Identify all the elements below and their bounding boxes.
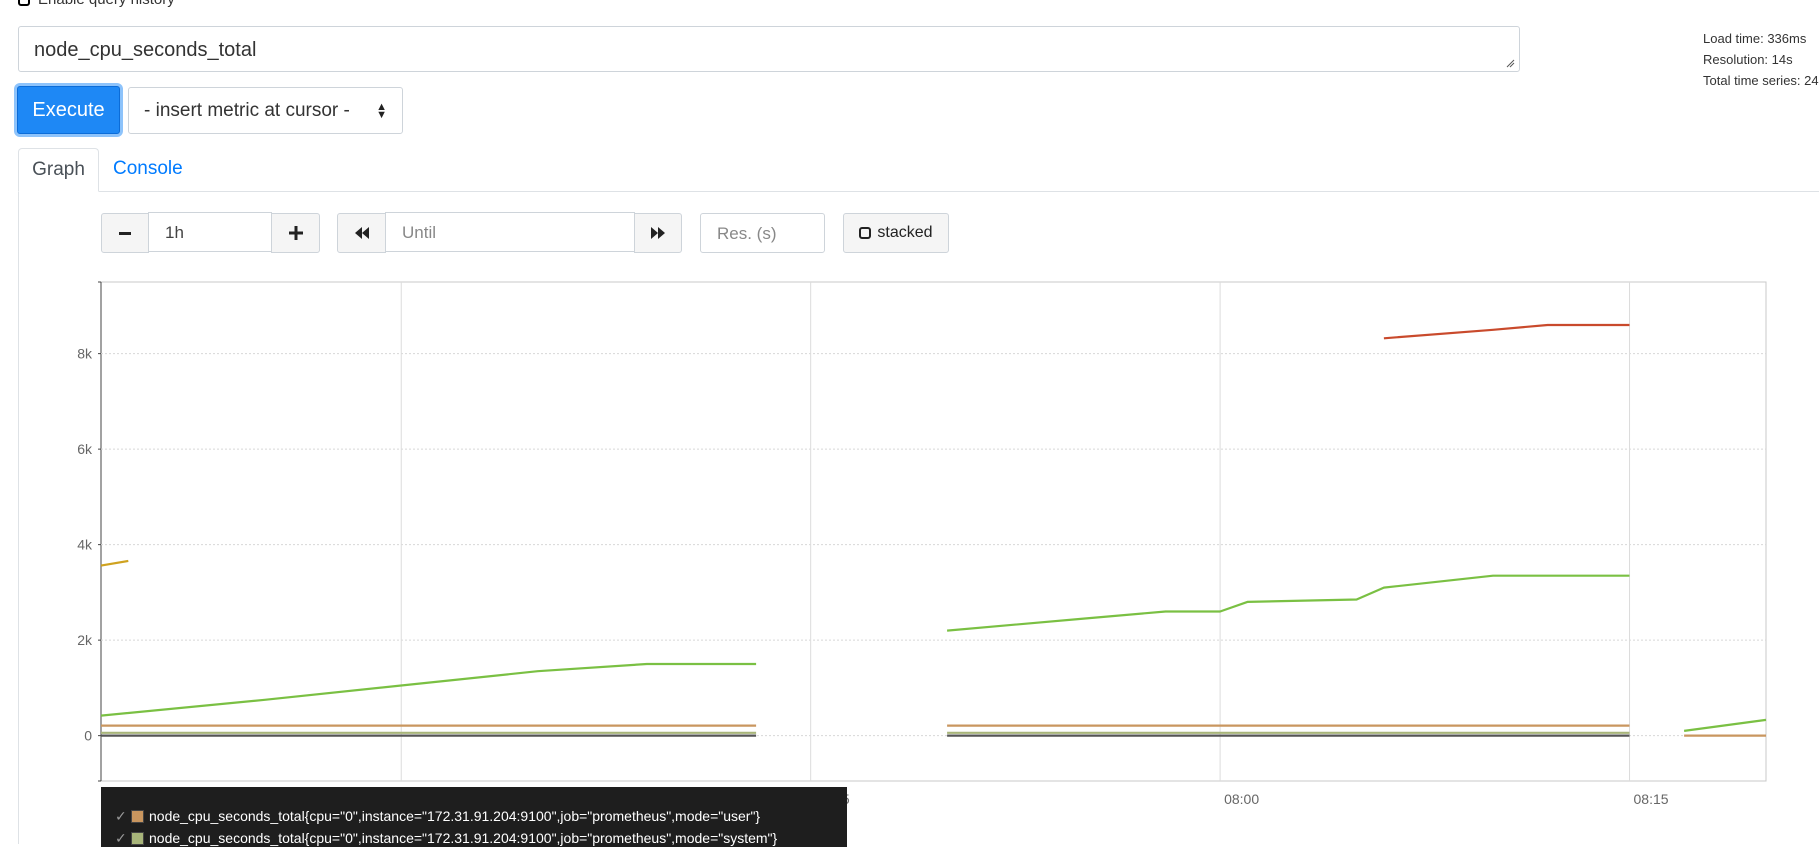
prev-time-button[interactable] — [337, 213, 386, 253]
plus-icon — [288, 226, 303, 240]
legend-item-system[interactable]: ✓ node_cpu_seconds_total{cpu="0",instanc… — [115, 827, 847, 849]
resolution: Resolution: 14s — [1703, 52, 1793, 67]
stacked-label: stacked — [877, 224, 933, 241]
legend-swatch — [131, 809, 144, 823]
query-history-toggle[interactable]: Enable query history — [18, 0, 175, 8]
chart-series — [100, 323, 1767, 737]
forward-icon — [651, 227, 665, 239]
stacked-toggle[interactable]: stacked — [843, 213, 949, 253]
insert-metric-select[interactable]: - insert metric at cursor - ▲ ▼ — [128, 87, 403, 134]
decrease-range-button[interactable] — [101, 213, 149, 253]
y-tick-label: 6k — [77, 441, 93, 457]
resolution-input[interactable]: Res. (s) — [700, 213, 825, 253]
legend-item-user[interactable]: ✓ node_cpu_seconds_total{cpu="0",instanc… — [115, 805, 847, 827]
chart-grid — [98, 281, 1767, 782]
legend-label: node_cpu_seconds_total{cpu="0",instance=… — [149, 808, 761, 824]
series-line — [1683, 718, 1767, 732]
x-tick-label: 08:15 — [1634, 791, 1669, 807]
y-tick-label: 0 — [84, 728, 92, 744]
checkbox-icon[interactable] — [18, 0, 30, 6]
execute-button[interactable]: Execute — [17, 86, 120, 134]
x-tick-label: 08:00 — [1224, 791, 1259, 807]
next-time-button[interactable] — [634, 213, 682, 253]
tab-console[interactable]: Console — [113, 158, 183, 180]
series-line — [100, 559, 129, 567]
minus-icon — [119, 232, 131, 235]
y-tick-label: 8k — [77, 346, 93, 362]
until-input[interactable]: Until — [385, 212, 635, 252]
total-time-series: Total time series: 24 — [1703, 73, 1819, 88]
panel-border — [18, 192, 19, 844]
range-input[interactable]: 1h — [148, 212, 272, 252]
series-line — [1383, 323, 1630, 340]
expression-text: node_cpu_seconds_total — [34, 39, 257, 61]
y-tick-label: 4k — [77, 537, 93, 553]
tab-graph[interactable]: Graph — [18, 148, 99, 192]
y-tick-label: 2k — [77, 632, 93, 648]
query-stats: Load time: 336ms Resolution: 14s Total t… — [1703, 28, 1819, 91]
select-arrows-icon: ▲ ▼ — [376, 100, 387, 121]
tabs-divider — [18, 191, 1819, 192]
increase-range-button[interactable] — [271, 213, 320, 253]
series-line — [100, 662, 757, 717]
series-line — [947, 574, 1630, 632]
resize-grip-icon[interactable] — [1506, 59, 1515, 68]
insert-metric-label: - insert metric at cursor - — [144, 99, 350, 121]
checkbox-icon — [859, 227, 872, 239]
expression-input[interactable]: node_cpu_seconds_total — [18, 26, 1520, 72]
backward-icon — [354, 227, 369, 239]
chart-ticks: 02k4k6k8k07:3007:4508:0008:15 — [77, 346, 1669, 807]
legend-swatch — [131, 831, 144, 845]
check-icon: ✓ — [115, 807, 127, 824]
query-history-label: Enable query history — [38, 0, 175, 8]
chart-legend: ✓ node_cpu_seconds_total{cpu="0",instanc… — [101, 787, 847, 847]
plot-frame — [100, 281, 1767, 782]
load-time: Load time: 336ms — [1703, 31, 1807, 46]
